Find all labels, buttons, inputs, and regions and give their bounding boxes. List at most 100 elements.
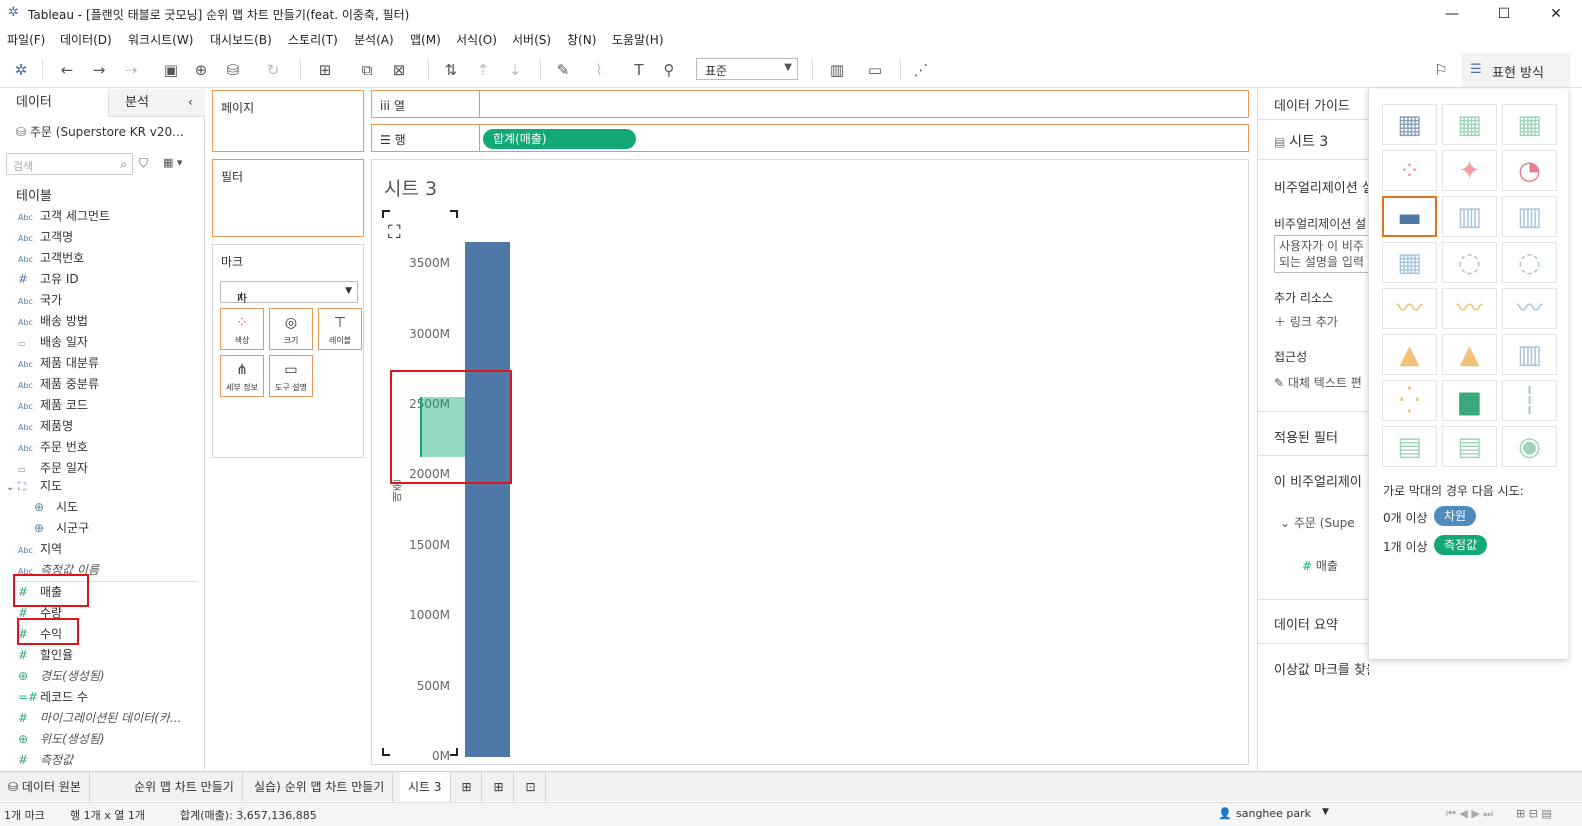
chart-type-option[interactable]: ▥ <box>1502 196 1557 237</box>
share-icon[interactable]: ⋰ <box>910 60 932 80</box>
fix-axes-icon[interactable]: ⚲ <box>658 60 680 80</box>
color-card[interactable]: ⁘ 색상 <box>220 308 264 350</box>
label-card[interactable]: ⊤ 레이블 <box>318 308 362 350</box>
field-item[interactable]: Abc 고객 세그먼트 <box>18 206 204 226</box>
field-item[interactable]: Abc 고객번호 <box>18 248 204 268</box>
rows-shelf[interactable]: ☰ 행 합계(매출) <box>371 124 1249 152</box>
viz-desc-input[interactable]: 사용자가 이 비주 되는 설명을 입력 <box>1274 235 1369 273</box>
chevron-down-icon[interactable]: ▼ <box>1322 807 1329 817</box>
chart-type-option[interactable]: ▥ <box>1442 196 1497 237</box>
undo-icon[interactable]: ← <box>56 60 78 80</box>
measure-item[interactable]: # 할인율 <box>18 645 204 665</box>
field-item[interactable]: Abc 주문 번호 <box>18 437 204 457</box>
field-item[interactable]: Abc 제품 코드 <box>18 395 204 415</box>
duplicate-sheet-icon[interactable]: ⧉ <box>356 60 378 80</box>
menu-map[interactable]: 맵(M) <box>410 31 441 48</box>
menu-worksheet[interactable]: 워크시트(W) <box>128 31 193 48</box>
tableau-home-icon[interactable]: ✲ <box>10 60 32 80</box>
chart-type-option[interactable]: ◉ <box>1502 426 1557 467</box>
group-members-icon[interactable]: ⌇ <box>588 60 610 80</box>
field-item[interactable]: Abc 고객명 <box>18 227 204 247</box>
chart-type-option[interactable]: ┆ <box>1502 380 1557 421</box>
measure-item[interactable]: =# 레코드 수 <box>18 687 204 707</box>
pin-icon[interactable]: ⚐ <box>1430 60 1452 80</box>
status-user[interactable]: sanghee park <box>1236 807 1311 820</box>
show-labels-icon[interactable]: T <box>628 60 650 80</box>
tab-practice-rank-map[interactable]: 실습) 순위 맵 차트 만들기 <box>246 772 394 802</box>
alt-text-button[interactable]: ✎ 대체 텍스트 편 <box>1274 374 1362 391</box>
chart-type-option[interactable]: ▦ <box>1382 104 1437 145</box>
field-item[interactable]: Abc 국가 <box>18 290 204 310</box>
chart-type-option[interactable]: ▦ <box>1382 242 1437 283</box>
chart-type-horizontal-bar[interactable]: ▬ <box>1382 196 1437 237</box>
measure-item[interactable]: ⊕ 위도(생성됨) <box>18 729 204 749</box>
chart-type-option[interactable]: ▤ <box>1382 426 1437 467</box>
measure-item[interactable]: # 측정값 <box>18 750 204 770</box>
geo-group[interactable]: ⌄ ⛶ 지도 <box>6 476 192 496</box>
chart-type-option[interactable]: 〰 <box>1442 288 1497 329</box>
chart-type-option[interactable]: ◌ <box>1442 242 1497 283</box>
menu-file[interactable]: 파일(F) <box>7 31 45 48</box>
minimize-icon[interactable]: — <box>1438 4 1466 24</box>
fit-dropdown[interactable]: 표준 ▼ <box>696 58 798 80</box>
new-dashboard-tab-icon[interactable]: ⊞ <box>484 772 514 802</box>
redo-icon[interactable]: → <box>88 60 110 80</box>
swap-rows-columns-icon[interactable]: ⇅ <box>440 60 462 80</box>
presentation-mode-icon[interactable]: ▭ <box>864 60 886 80</box>
field-sigungu[interactable]: ⊕ 시군구 <box>34 518 204 538</box>
sort-descending-icon[interactable]: ⇣ <box>504 60 526 80</box>
show-me-button[interactable]: ☰ 표현 방식 <box>1462 53 1570 87</box>
replay-icon[interactable]: ⇢ <box>120 60 142 80</box>
show-me-toolbar-icon[interactable]: ▥ <box>826 60 848 80</box>
menu-data[interactable]: 데이터(D) <box>60 31 112 48</box>
collapse-pane-icon[interactable]: ‹ <box>188 95 193 109</box>
chart-type-option[interactable]: ⁛ <box>1382 380 1437 421</box>
chart-type-option[interactable]: ▲ <box>1442 334 1497 375</box>
filters-shelf[interactable]: 필터 <box>212 159 364 237</box>
measure-item[interactable]: ⊕ 경도(생성됨) <box>18 666 204 686</box>
menu-window[interactable]: 창(N) <box>567 31 596 48</box>
chart-type-option[interactable]: ▆ <box>1442 380 1497 421</box>
clear-sheet-icon[interactable]: ⊠ <box>388 60 410 80</box>
view-options-icon[interactable]: ▦ ▾ <box>163 156 182 169</box>
bar-mark[interactable] <box>465 242 510 757</box>
columns-shelf[interactable]: iii 열 <box>371 90 1249 118</box>
chart-type-option[interactable]: 〰 <box>1502 288 1557 329</box>
new-datasource-icon[interactable]: ⊕ <box>190 60 212 80</box>
close-icon[interactable]: ✕ <box>1542 4 1570 24</box>
field-sido[interactable]: ⊕ 시도 <box>34 497 204 517</box>
tab-rank-map[interactable]: 순위 맵 차트 만들기 <box>126 772 243 802</box>
sort-ascending-icon[interactable]: ⇡ <box>472 60 494 80</box>
menu-help[interactable]: 도움말(H) <box>612 31 664 48</box>
detail-card[interactable]: ⋔ 세부 정보 <box>220 355 264 397</box>
chart-type-option[interactable]: ✦ <box>1442 150 1497 191</box>
sheet-nav-icons[interactable]: ⏮ ◀ ▶ ⏭ <box>1446 807 1493 821</box>
chart-type-option[interactable]: ◔ <box>1502 150 1557 191</box>
sheet-view-icons[interactable]: ⊞ ⊟ ▤ <box>1516 807 1552 820</box>
chart-type-option[interactable]: ▲ <box>1382 334 1437 375</box>
row-pill-sum-sales[interactable]: 합계(매출) <box>483 129 636 149</box>
pages-shelf[interactable]: 페이지 <box>212 90 364 152</box>
size-card[interactable]: ◎ 크기 <box>269 308 313 350</box>
field-region[interactable]: Abc 지역 <box>18 539 204 559</box>
chart-type-option[interactable]: ⁘ <box>1382 150 1437 191</box>
chart-type-option[interactable]: 〰 <box>1382 288 1437 329</box>
field-item[interactable]: ▭ 배송 일자 <box>18 332 204 352</box>
field-item[interactable]: Abc 제품 중분류 <box>18 374 204 394</box>
chart-type-option[interactable]: ▥ <box>1502 334 1557 375</box>
refresh-icon[interactable]: ↻ <box>262 60 284 80</box>
tab-sheet3[interactable]: 시트 3 <box>400 772 451 802</box>
field-item[interactable]: # 고유 ID <box>18 269 204 289</box>
menu-story[interactable]: 스토리(T) <box>288 31 338 48</box>
tab-datasource[interactable]: ⛁ 데이터 원본 <box>0 772 90 802</box>
menu-format[interactable]: 서식(O) <box>456 31 497 48</box>
chart-type-option[interactable]: ◌ <box>1502 242 1557 283</box>
sheet-title[interactable]: 시트 3 <box>384 174 437 201</box>
menu-analysis[interactable]: 분석(A) <box>354 31 394 48</box>
highlight-icon[interactable]: ✎ <box>552 60 574 80</box>
tooltip-card[interactable]: ▭ 도구 설명 <box>269 355 313 397</box>
source-group[interactable]: ⌄ 주문 (Supe <box>1280 514 1355 531</box>
field-item[interactable]: Abc 제품 대분류 <box>18 353 204 373</box>
measure-item[interactable]: # 마이그레이션된 데이터(카... <box>18 708 204 728</box>
filter-fields-icon[interactable]: ⛉ <box>139 156 148 171</box>
